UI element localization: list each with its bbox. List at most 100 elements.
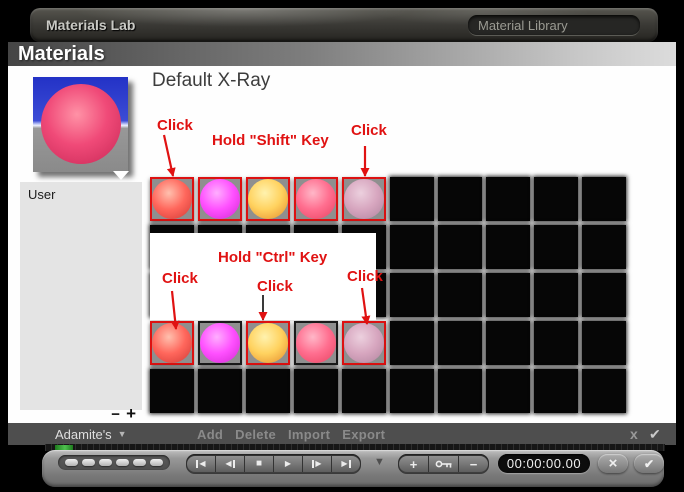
material-preview[interactable] — [33, 77, 128, 172]
material-swatch-red[interactable] — [150, 177, 194, 221]
empty-material-slot[interactable] — [438, 369, 482, 413]
empty-material-slot[interactable] — [534, 369, 578, 413]
empty-material-slot[interactable] — [486, 369, 530, 413]
empty-material-slot[interactable] — [246, 369, 290, 413]
preview-options-buttons — [58, 455, 170, 470]
material-sphere — [344, 179, 384, 219]
remove-keyframe-button[interactable]: − — [459, 456, 488, 472]
export-button[interactable]: Export — [342, 427, 385, 442]
frame-forward-button[interactable]: ▶ — [303, 456, 332, 472]
skip-end-button[interactable]: ▶ — [332, 456, 360, 472]
material-swatch-mauve[interactable] — [342, 321, 386, 365]
material-swatch-gold[interactable] — [246, 321, 290, 365]
skip-start-button[interactable]: ◀ — [187, 456, 216, 472]
empty-material-slot[interactable] — [534, 321, 578, 365]
material-sphere — [296, 179, 336, 219]
footer-bar: Adamite's ▼ Add Delete Import Export x ✔ — [8, 423, 676, 445]
materials-header: Materials — [8, 42, 676, 66]
material-sphere — [296, 323, 336, 363]
empty-material-slot[interactable] — [390, 369, 434, 413]
material-sphere — [200, 323, 240, 363]
left-icon: ◀ — [199, 459, 206, 468]
grid-shrink-button[interactable]: − — [111, 406, 120, 423]
empty-material-slot[interactable] — [438, 321, 482, 365]
material-sphere — [152, 323, 192, 363]
ctrl-hold-label: Hold "Ctrl" Key — [218, 249, 328, 266]
empty-material-slot[interactable] — [582, 321, 626, 365]
ctrl-instruction-box: Hold "Ctrl" Key Click Click Click — [150, 233, 383, 320]
material-sphere — [344, 323, 384, 363]
preview-sphere — [41, 84, 121, 164]
shift-click-left-label: Click — [157, 117, 193, 134]
transport-options-caret-icon[interactable]: ▼ — [374, 456, 385, 468]
import-button[interactable]: Import — [288, 427, 330, 442]
empty-material-slot[interactable] — [534, 177, 578, 221]
ctrl-click-left-label: Click — [162, 270, 198, 287]
right-icon: ▶ — [284, 459, 292, 468]
title-bar: Materials Lab Material Library — [30, 8, 658, 42]
preset-dropdown[interactable]: Adamite's ▼ — [55, 423, 127, 445]
stop-button[interactable]: ■ — [245, 456, 274, 472]
right-icon: ▶ — [341, 459, 348, 468]
bar-icon — [232, 460, 235, 468]
empty-material-slot[interactable] — [486, 321, 530, 365]
material-swatch-pink[interactable] — [294, 177, 338, 221]
empty-material-slot[interactable] — [294, 369, 338, 413]
empty-material-slot[interactable] — [582, 177, 626, 221]
add-button[interactable]: Add — [197, 427, 223, 442]
empty-material-slot[interactable] — [438, 273, 482, 317]
toolbar-cancel-button[interactable]: × — [598, 454, 628, 473]
material-library-field[interactable]: Material Library — [468, 15, 640, 36]
cancel-button[interactable]: x — [630, 423, 638, 445]
empty-material-slot[interactable] — [342, 369, 386, 413]
empty-material-slot[interactable] — [438, 225, 482, 269]
empty-material-slot[interactable] — [534, 273, 578, 317]
empty-material-slot[interactable] — [486, 273, 530, 317]
toolbar-confirm-button[interactable]: ✔ — [634, 454, 664, 473]
empty-material-slot[interactable] — [582, 369, 626, 413]
empty-material-slot[interactable] — [390, 321, 434, 365]
option-pill-button[interactable] — [65, 459, 78, 466]
empty-material-slot[interactable] — [198, 369, 242, 413]
option-pill-button[interactable] — [116, 459, 129, 466]
material-swatch-magenta[interactable] — [198, 321, 242, 365]
add-keyframe-button[interactable]: + — [399, 456, 429, 472]
category-item-user[interactable]: User — [28, 187, 55, 202]
material-name: Default X-Ray — [152, 70, 271, 91]
category-list-panel[interactable]: User — [20, 182, 142, 410]
material-swatch-red[interactable] — [150, 321, 194, 365]
shift-hold-label: Hold "Shift" Key — [212, 132, 329, 149]
grid-grow-button[interactable]: + — [126, 404, 136, 424]
option-pill-button[interactable] — [133, 459, 146, 466]
frame-back-button[interactable]: ◀ — [216, 456, 245, 472]
empty-material-slot[interactable] — [582, 225, 626, 269]
option-pill-button[interactable] — [150, 459, 163, 466]
empty-material-slot[interactable] — [486, 177, 530, 221]
option-pill-button[interactable] — [99, 459, 112, 466]
empty-material-slot[interactable] — [438, 177, 482, 221]
delete-button[interactable]: Delete — [235, 427, 276, 442]
shift-click-right-label: Click — [351, 122, 387, 139]
preview-dropdown-caret-icon[interactable] — [113, 171, 129, 180]
material-swatch-magenta[interactable] — [198, 177, 242, 221]
window-title: Materials Lab — [46, 17, 136, 33]
footer-actions: Add Delete Import Export — [197, 423, 385, 445]
empty-material-slot[interactable] — [582, 273, 626, 317]
empty-material-slot[interactable] — [390, 273, 434, 317]
play-button[interactable]: ▶ — [274, 456, 303, 472]
empty-material-slot[interactable] — [534, 225, 578, 269]
empty-material-slot[interactable] — [390, 177, 434, 221]
key-icon — [435, 460, 451, 468]
option-pill-button[interactable] — [82, 459, 95, 466]
material-swatch-pink[interactable] — [294, 321, 338, 365]
keyframe-key-button[interactable] — [429, 456, 459, 472]
empty-material-slot[interactable] — [486, 225, 530, 269]
empty-material-slot[interactable] — [150, 369, 194, 413]
material-swatch-mauve[interactable] — [342, 177, 386, 221]
confirm-button[interactable]: ✔ — [649, 423, 661, 445]
material-swatch-gold[interactable] — [246, 177, 290, 221]
material-sphere — [152, 179, 192, 219]
empty-material-slot[interactable] — [390, 225, 434, 269]
ctrl-click-right-label: Click — [347, 268, 383, 285]
material-sphere — [248, 323, 288, 363]
